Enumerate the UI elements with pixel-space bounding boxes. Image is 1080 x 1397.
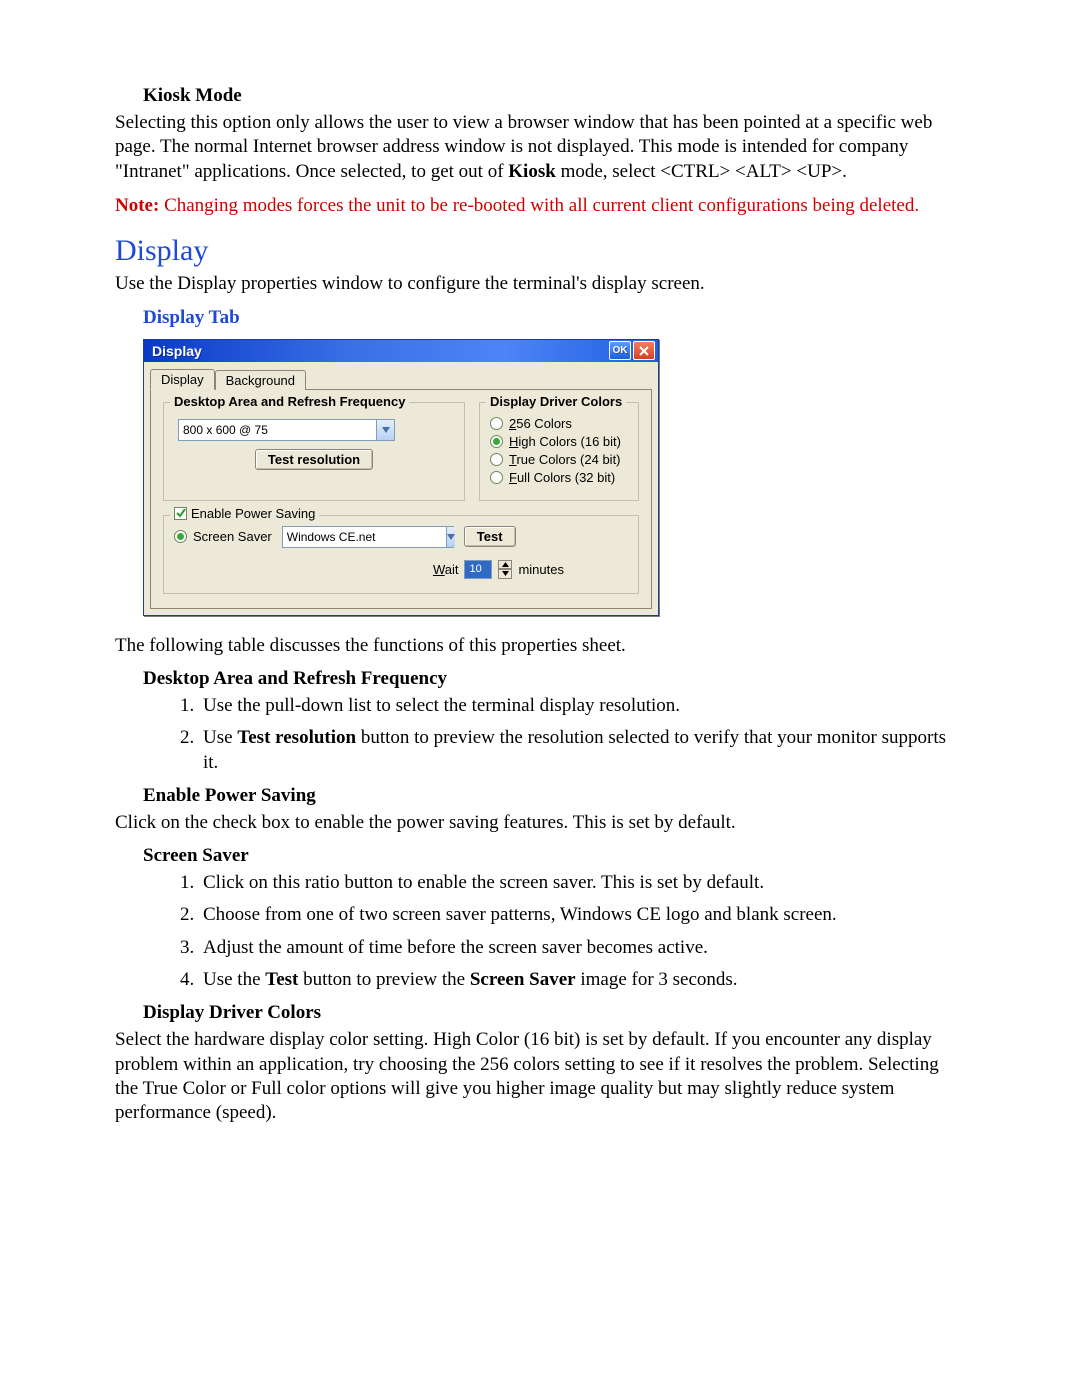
u: H (509, 434, 518, 449)
list-item: Use Test resolution button to preview th… (199, 726, 965, 775)
kiosk-note: Note: Changing modes forces the unit to … (115, 194, 965, 218)
wait-value[interactable]: 10 (464, 560, 492, 579)
screen-saver-select[interactable] (282, 526, 454, 548)
radio-icon (490, 435, 503, 448)
display-intro: Use the Display properties window to con… (115, 272, 965, 296)
group-colors-legend: Display Driver Colors (486, 394, 626, 409)
driver-colors-heading: Display Driver Colors (143, 1002, 965, 1024)
screen-saver-value[interactable] (283, 527, 446, 547)
kiosk-note-label: Note: (115, 195, 159, 216)
driver-colors-body: Select the hardware display color settin… (115, 1028, 965, 1125)
color-high[interactable]: High Colors (16 bit) (490, 434, 628, 449)
ok-button[interactable]: OK (609, 341, 631, 360)
lbl: igh Colors (16 bit) (518, 434, 621, 449)
u: F (509, 470, 517, 485)
close-button[interactable] (633, 341, 655, 360)
radio-icon (490, 471, 503, 484)
list-item: Use the Test button to preview the Scree… (199, 968, 965, 992)
display-dialog: Display OK Display Background Desktop Ar… (143, 339, 659, 616)
checkbox-icon (174, 507, 187, 520)
ok-label: OK (613, 345, 628, 356)
list-item: Click on this ratio button to enable the… (199, 871, 965, 895)
color-true[interactable]: True Colors (24 bit) (490, 452, 628, 467)
list-item: Adjust the amount of time before the scr… (199, 936, 965, 960)
group-desktop-legend: Desktop Area and Refresh Frequency (170, 394, 409, 409)
enable-ps-heading: Enable Power Saving (143, 785, 965, 807)
after-dialog-text: The following table discusses the functi… (115, 634, 965, 658)
desktop-area-heading: Desktop Area and Refresh Frequency (143, 668, 965, 690)
resolution-select[interactable] (178, 419, 395, 441)
screen-saver-radio[interactable]: Screen Saver (174, 529, 272, 544)
screen-saver-dropdown[interactable] (446, 527, 455, 547)
color-full[interactable]: Full Colors (32 bit) (490, 470, 628, 485)
list-item: Use the pull-down list to select the ter… (199, 694, 965, 718)
enable-ps-body: Click on the check box to enable the pow… (115, 811, 965, 835)
group-desktop-area: Desktop Area and Refresh Frequency Test … (163, 402, 465, 501)
eps-label: Enable Power Saving (191, 506, 315, 521)
resolution-value[interactable] (179, 420, 376, 440)
list-item: Choose from one of two screen saver patt… (199, 903, 965, 927)
display-heading: Display (115, 234, 965, 268)
tab-display[interactable]: Display (150, 369, 215, 390)
triangle-down-icon (502, 571, 509, 576)
radio-icon (174, 530, 187, 543)
resolution-dropdown[interactable] (376, 420, 394, 440)
color-256[interactable]: 256 Colors (490, 416, 628, 431)
dialog-title: Display (152, 343, 202, 359)
screen-saver-list: Click on this ratio button to enable the… (171, 871, 965, 992)
group-driver-colors: Display Driver Colors 256 Colors High Co… (479, 402, 639, 501)
screen-saver-heading: Screen Saver (143, 845, 965, 867)
close-icon (639, 346, 649, 356)
kiosk-note-text: Changing modes forces the unit to be re-… (159, 195, 919, 216)
test-button[interactable]: Test (464, 526, 516, 547)
chevron-down-icon (447, 534, 455, 540)
display-subheading: Display Tab (143, 307, 965, 329)
enable-power-saving[interactable]: Enable Power Saving (170, 506, 319, 521)
triangle-up-icon (502, 562, 509, 567)
tab-body: Desktop Area and Refresh Frequency Test … (150, 389, 652, 609)
wait-label: Wait (433, 562, 459, 577)
lbl: rue Colors (24 bit) (516, 452, 620, 467)
tab-background[interactable]: Background (215, 370, 306, 390)
wait-units: minutes (518, 562, 564, 577)
rest: ait (445, 562, 459, 577)
test-resolution-button[interactable]: Test resolution (255, 449, 373, 470)
radio-icon (490, 417, 503, 430)
titlebar[interactable]: Display OK (144, 340, 658, 362)
desktop-area-list: Use the pull-down list to select the ter… (171, 694, 965, 775)
u: W (433, 562, 445, 577)
radio-icon (490, 453, 503, 466)
kiosk-heading: Kiosk Mode (143, 85, 965, 107)
spin-down[interactable] (498, 569, 512, 579)
ss-label: Screen Saver (193, 529, 272, 544)
group-power-saving: Enable Power Saving Screen Saver Test Wa… (163, 515, 639, 594)
kiosk-body: Selecting this option only allows the us… (115, 111, 965, 184)
kiosk-body-b: mode, select <CTRL> <ALT> <UP>. (556, 161, 847, 182)
lbl: 56 Colors (516, 416, 572, 431)
kiosk-body-bold: Kiosk (508, 161, 556, 182)
spin-up[interactable] (498, 560, 512, 570)
lbl: ull Colors (32 bit) (517, 470, 615, 485)
chevron-down-icon (382, 427, 390, 433)
wait-spinner[interactable]: 10 (464, 560, 512, 579)
